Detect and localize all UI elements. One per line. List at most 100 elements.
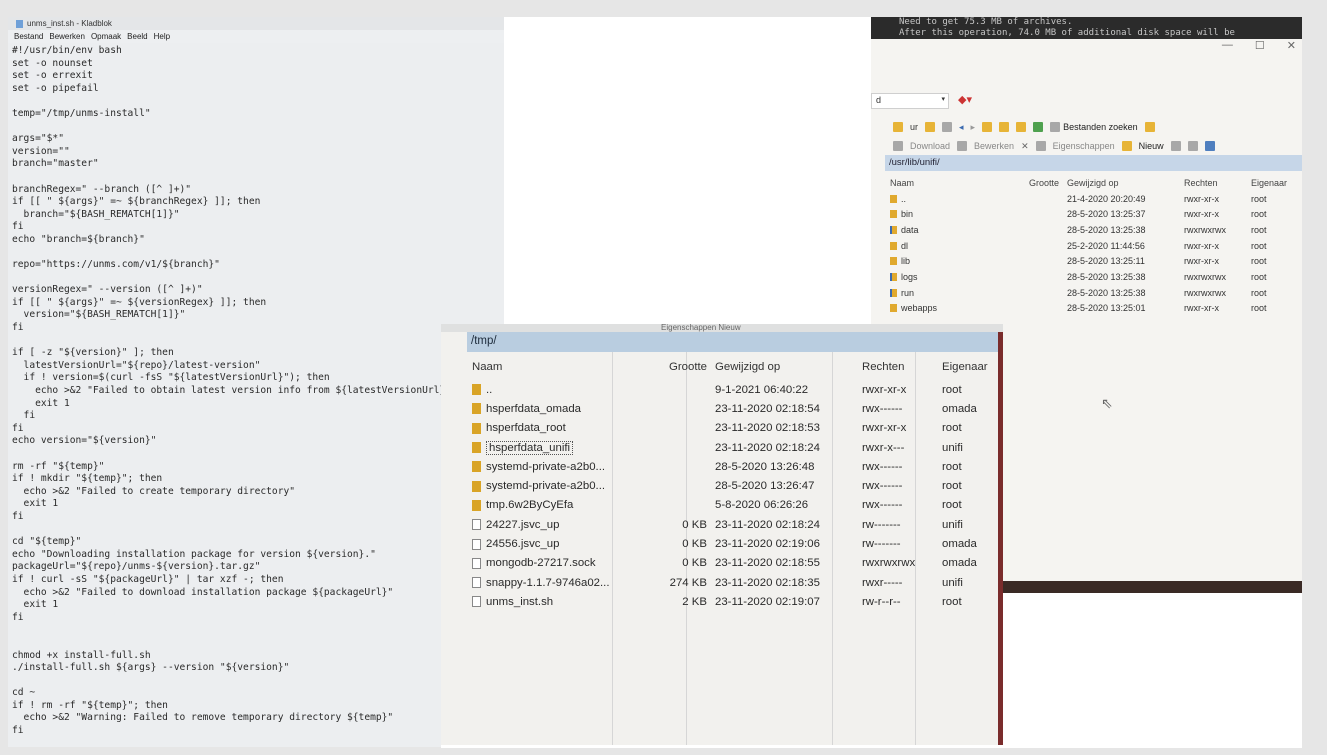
column-header-owner[interactable]: Eigenaar	[942, 361, 1002, 373]
root-folder-icon[interactable]	[999, 122, 1010, 132]
file-owner: root	[942, 480, 962, 493]
edit-button[interactable]: Bewerken	[974, 141, 1014, 151]
file-name-cell: mongodb-27217.sock	[470, 557, 640, 569]
open-folder-icon[interactable]	[925, 122, 936, 132]
file-name: 24227.jsvc_up	[486, 518, 560, 531]
folder-icon	[890, 257, 897, 266]
file-modified: 23-11-2020 02:18:54	[715, 402, 820, 415]
column-header-modified[interactable]: Gewijzigd op	[1063, 178, 1184, 188]
minimize-icon[interactable]: —	[1222, 39, 1233, 52]
file-row[interactable]: hsperfdata_unifi 23-11-2020 02:18:24 rwxr-…	[470, 438, 1002, 457]
delete-icon[interactable]: ✕	[1021, 141, 1029, 152]
file-name: systemd-private-a2b0...	[486, 460, 606, 473]
file-rights: rwxr-xr-x	[1184, 209, 1219, 220]
file-row[interactable]: systemd-private-a2b0... 28-5-2020 13:26:4…	[470, 457, 1002, 476]
tmp-path-bar[interactable]: /tmp/	[467, 332, 1000, 352]
close-icon[interactable]: ✕	[1287, 39, 1296, 52]
file-owner: root	[1251, 271, 1267, 282]
file-name-cell: logs	[887, 272, 1009, 282]
file-size: 0 KB	[682, 538, 707, 551]
file-modified: 28-5-2020 13:26:47	[715, 480, 815, 493]
notepad-text-area[interactable]: #!/usr/bin/env bash set -o nounset set -o …	[8, 43, 504, 738]
code-line: latestVersionUrl="${repo}/latest-version…	[12, 359, 261, 371]
code-line: fi	[12, 322, 24, 334]
select-all-icon[interactable]	[1170, 141, 1181, 151]
file-row[interactable]: 24556.jsvc_up 0 KB 23-11-2020 02:19:06 rw--…	[470, 534, 1002, 553]
folder-icon	[472, 499, 481, 511]
remote-file-list-unifi: Naam Grootte Gewijzigd op Rechten Eigena…	[887, 175, 1301, 316]
file-row[interactable]: hsperfdata_root 23-11-2020 02:18:53 rwxr-x…	[470, 419, 1002, 438]
code-line: echo >&2 "Failed to create temporary dir…	[12, 485, 296, 497]
ftp-icon[interactable]: ◆▾	[958, 93, 972, 106]
folder-icon[interactable]	[893, 122, 903, 132]
back-icon[interactable]: ◂	[959, 122, 964, 133]
home-icon[interactable]	[1016, 122, 1027, 132]
file-name: run	[901, 287, 915, 298]
file-row[interactable]: logs 28-5-2020 13:25:38 rwxrwxrwx root	[887, 269, 1301, 285]
menu-help[interactable]: Help	[154, 30, 170, 43]
file-row[interactable]: unms_inst.sh 2 KB 23-11-2020 02:19:07 rw-r-…	[470, 592, 1002, 611]
file-row[interactable]: tmp.6w2ByCyEfa 5-8-2020 06:26:26 rwx------…	[470, 496, 1002, 515]
folder-icon	[472, 422, 481, 434]
file-row[interactable]: run 28-5-2020 13:25:38 rwxrwxrwx root	[887, 285, 1301, 301]
maximize-icon[interactable]: ☐	[1255, 39, 1265, 52]
filter-mask-icon[interactable]	[1204, 141, 1215, 151]
blank-area-bottom-right	[1003, 593, 1302, 745]
file-name: ..	[486, 383, 493, 396]
column-header-rights[interactable]: Rechten	[862, 361, 942, 373]
file-row[interactable]: webapps 28-5-2020 13:25:01 rwxr-xr-x root	[887, 301, 1301, 317]
code-line: fi	[12, 422, 24, 434]
file-modified: 23-11-2020 02:19:07	[715, 595, 820, 608]
column-header-size[interactable]: Grootte	[1009, 178, 1063, 188]
column-header-rights[interactable]: Rechten	[1184, 178, 1251, 188]
file-row[interactable]: mongodb-27217.sock 0 KB 23-11-2020 02:18:5…	[470, 554, 1002, 573]
file-row[interactable]: data 28-5-2020 13:25:38 rwxrwxrwx root	[887, 222, 1301, 238]
file-row[interactable]: systemd-private-a2b0... 28-5-2020 13:26:4…	[470, 476, 1002, 495]
file-row[interactable]: 24227.jsvc_up 0 KB 23-11-2020 02:18:24 rw--…	[470, 515, 1002, 534]
menu-beeld[interactable]: Beeld	[127, 30, 147, 43]
find-files-button[interactable]: Bestanden zoeken	[1050, 122, 1138, 132]
remote-file-list-tmp: Naam Grootte Gewijzigd op Rechten Eigena…	[470, 354, 1002, 612]
menu-opmaak[interactable]: Opmaak	[91, 30, 121, 43]
notepad-titlebar: unms_inst.sh - Kladblok	[8, 17, 504, 30]
file-list-header: Naam Grootte Gewijzigd op Rechten Eigena…	[887, 175, 1301, 191]
menu-bewerken[interactable]: Bewerken	[49, 30, 85, 43]
file-row[interactable]: lib 28-5-2020 13:25:11 rwxr-xr-x root	[887, 253, 1301, 269]
deselect-icon[interactable]	[1187, 141, 1198, 151]
code-line: echo "branch=${branch}"	[12, 233, 145, 245]
file-row[interactable]: snappy-1.1.7-9746a02... 274 KB 23-11-2020 …	[470, 573, 1002, 592]
code-line: version=""	[12, 145, 70, 157]
column-header-modified[interactable]: Gewijzigd op	[712, 361, 862, 373]
filter-icon[interactable]	[942, 122, 953, 132]
code-line: exit 1	[12, 599, 59, 611]
file-owner: root	[1251, 193, 1267, 204]
file-row[interactable]: dl 25-2-2020 11:44:56 rwxr-xr-x root	[887, 238, 1301, 254]
remote-path-bar[interactable]: /usr/lib/unifi/	[885, 155, 1302, 171]
file-row[interactable]: .. 21-4-2020 20:20:49 rwxr-xr-x root	[887, 191, 1301, 207]
column-header-name[interactable]: Naam	[470, 361, 640, 373]
session-combo[interactable]: d ▾	[871, 93, 949, 109]
file-name-cell: tmp.6w2ByCyEfa	[470, 499, 640, 511]
file-owner: omada	[942, 538, 977, 551]
file-row[interactable]: hsperfdata_omada 23-11-2020 02:18:54 rwx--…	[470, 399, 1002, 418]
download-button[interactable]: Download	[910, 141, 950, 151]
column-header-size[interactable]: Grootte	[640, 361, 712, 373]
column-header-name[interactable]: Naam	[887, 178, 1009, 188]
parent-folder-icon[interactable]	[982, 122, 993, 132]
column-header-owner[interactable]: Eigenaar	[1251, 178, 1301, 188]
menu-bestand[interactable]: Bestand	[14, 30, 43, 43]
refresh-icon[interactable]	[1033, 122, 1044, 132]
sync-icon[interactable]	[1144, 122, 1155, 132]
forward-icon[interactable]: ▸	[971, 122, 976, 133]
properties-button[interactable]: Eigenschappen	[1053, 141, 1115, 151]
file-icon	[472, 538, 481, 550]
folder-icon	[472, 403, 481, 415]
file-row[interactable]: bin 28-5-2020 13:25:37 rwxr-xr-x root	[887, 206, 1301, 222]
new-button[interactable]: Nieuw	[1139, 141, 1164, 151]
folder-icon	[472, 461, 481, 473]
file-row[interactable]: .. 9-1-2021 06:40:22 rwxr-xr-x root	[470, 380, 1002, 399]
file-name: snappy-1.1.7-9746a02...	[486, 576, 610, 589]
toolbar-partial-label[interactable]: ur	[910, 122, 918, 132]
